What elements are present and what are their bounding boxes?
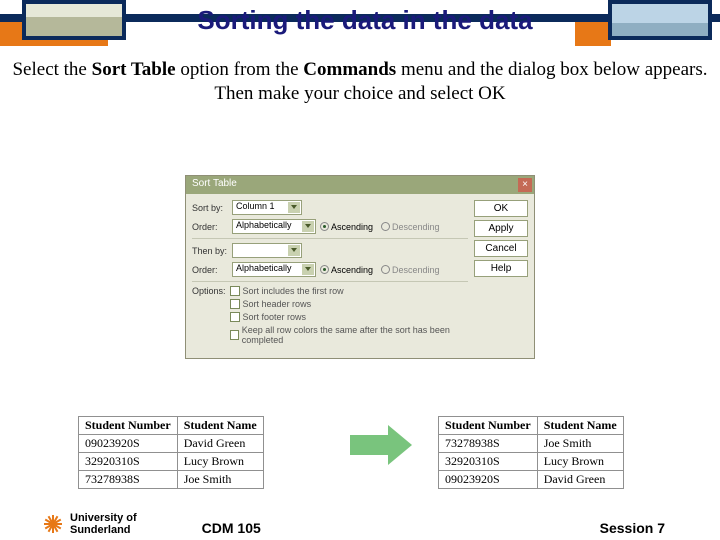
ok-button[interactable]: OK xyxy=(474,200,528,217)
thenby-label: Then by: xyxy=(192,246,228,256)
cell: Joe Smith xyxy=(537,435,623,453)
sortby-select[interactable]: Column 1 xyxy=(232,200,302,215)
cell: 73278938S xyxy=(79,471,178,489)
opt-first-row[interactable]: Sort includes the first row xyxy=(230,286,344,296)
ascending-radio[interactable]: Ascending xyxy=(320,222,373,232)
order2-select[interactable]: Alphabetically xyxy=(232,262,316,277)
descending-radio[interactable]: Descending xyxy=(381,222,440,232)
header-photo-right xyxy=(608,0,712,40)
cell: David Green xyxy=(177,435,263,453)
instruction-fragment: menu and the dialog box below appears. xyxy=(396,59,707,80)
footer: University ofSunderland CDM 105 Session … xyxy=(0,512,720,536)
cell: 32920310S xyxy=(439,453,538,471)
table-row: 09023920SDavid Green xyxy=(79,435,264,453)
table-header-row: Student NumberStudent Name xyxy=(79,417,264,435)
divider xyxy=(192,238,468,239)
sunburst-icon xyxy=(42,513,64,535)
slide-title: Sorting the data in the data xyxy=(150,5,580,36)
table-row: 73278938SJoe Smith xyxy=(79,471,264,489)
radio-label: Descending xyxy=(392,265,440,275)
help-button[interactable]: Help xyxy=(474,260,528,277)
table-after: Student NumberStudent Name 73278938SJoe … xyxy=(438,416,624,489)
thenby-select[interactable] xyxy=(232,243,302,258)
instruction-text: Select the Sort Table option from the Co… xyxy=(0,58,720,106)
commands-term: Commands xyxy=(303,59,396,80)
apply-button[interactable]: Apply xyxy=(474,220,528,237)
cell: 09023920S xyxy=(79,435,178,453)
options-label: Options: xyxy=(192,286,226,296)
cell: Lucy Brown xyxy=(177,453,263,471)
descending2-radio[interactable]: Descending xyxy=(381,265,440,275)
checkbox-label: Sort footer rows xyxy=(243,312,307,322)
chevron-down-icon xyxy=(288,202,300,213)
instruction-line: Then make your choice and select OK xyxy=(214,83,505,104)
cell: Joe Smith xyxy=(177,471,263,489)
opt-footer-rows[interactable]: Sort footer rows xyxy=(230,312,307,322)
table-row: 09023920SDavid Green xyxy=(439,471,624,489)
arrow-right-icon xyxy=(350,425,420,465)
radio-label: Descending xyxy=(392,222,440,232)
header-bar: Sorting the data in the data xyxy=(0,0,720,48)
col-student-number: Student Number xyxy=(79,417,178,435)
university-logo: University ofSunderland xyxy=(42,512,137,536)
cancel-button[interactable]: Cancel xyxy=(474,240,528,257)
radio-label: Ascending xyxy=(331,222,373,232)
instruction-fragment: Select the xyxy=(12,59,91,80)
select-value: Alphabetically xyxy=(236,220,292,230)
sort-table-dialog: Sort Table × Sort by: Column 1 Order: Al… xyxy=(185,175,535,359)
ascending2-radio[interactable]: Ascending xyxy=(320,265,373,275)
table-row: 73278938SJoe Smith xyxy=(439,435,624,453)
table-header-row: Student NumberStudent Name xyxy=(439,417,624,435)
instruction-fragment: option from the xyxy=(176,59,304,80)
order2-label: Order: xyxy=(192,265,228,275)
order-select[interactable]: Alphabetically xyxy=(232,219,316,234)
checkbox-label: Sort header rows xyxy=(243,299,312,309)
select-value: Column 1 xyxy=(236,201,275,211)
cell: David Green xyxy=(537,471,623,489)
dialog-titlebar: Sort Table × xyxy=(186,176,534,194)
cell: 73278938S xyxy=(439,435,538,453)
cell: 09023920S xyxy=(439,471,538,489)
sortby-label: Sort by: xyxy=(192,203,228,213)
col-student-name: Student Name xyxy=(177,417,263,435)
cell: 32920310S xyxy=(79,453,178,471)
checkbox-label: Keep all row colors the same after the s… xyxy=(242,325,468,345)
uni-line2: Sunderland xyxy=(70,524,131,536)
col-student-number: Student Number xyxy=(439,417,538,435)
table-row: 32920310SLucy Brown xyxy=(79,453,264,471)
col-student-name: Student Name xyxy=(537,417,623,435)
close-icon[interactable]: × xyxy=(518,178,532,192)
chevron-down-icon xyxy=(288,245,300,256)
chevron-down-icon xyxy=(302,221,314,232)
sort-table-term: Sort Table xyxy=(92,59,176,80)
cell: Lucy Brown xyxy=(537,453,623,471)
divider xyxy=(192,281,468,282)
checkbox-label: Sort includes the first row xyxy=(243,286,344,296)
uni-line1: University of xyxy=(70,512,137,524)
table-row: 32920310SLucy Brown xyxy=(439,453,624,471)
header-photo-left xyxy=(22,0,126,40)
dialog-title-text: Sort Table xyxy=(192,178,237,189)
opt-keep-colors[interactable]: Keep all row colors the same after the s… xyxy=(230,325,468,345)
chevron-down-icon xyxy=(302,264,314,275)
radio-label: Ascending xyxy=(331,265,373,275)
opt-header-rows[interactable]: Sort header rows xyxy=(230,299,312,309)
table-before: Student NumberStudent Name 09023920SDavi… xyxy=(78,416,264,489)
course-code: CDM 105 xyxy=(202,520,261,536)
session-label: Session 7 xyxy=(600,520,665,536)
order-label: Order: xyxy=(192,222,228,232)
select-value: Alphabetically xyxy=(236,263,292,273)
orange-band-right xyxy=(575,22,611,46)
